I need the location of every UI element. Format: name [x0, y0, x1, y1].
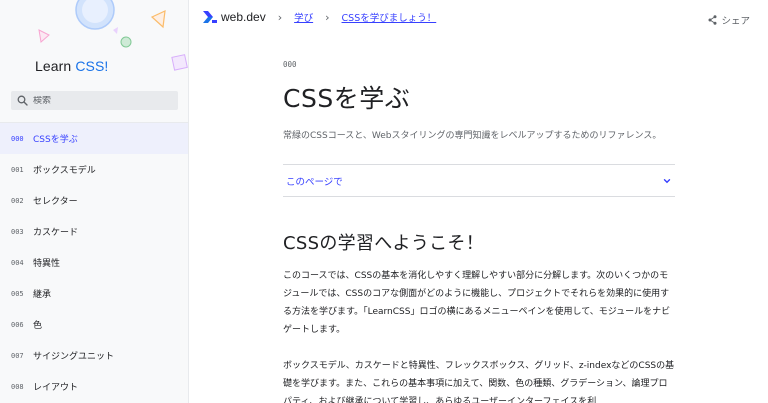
nav-item-label: ボックスモデル	[33, 166, 96, 176]
body-paragraph: ボックスモデル、カスケードと特異性、フレックスボックス、グリッド、z-index…	[283, 361, 675, 403]
nav-item-number: 007	[11, 351, 24, 360]
logo-bang-text: !	[104, 58, 109, 74]
nav-item-label: 特異性	[33, 259, 61, 269]
nav-item-label: CSSを学ぶ	[33, 135, 78, 145]
nav-item-label: 継承	[33, 290, 52, 300]
sidebar-item-sizing-units[interactable]: 007 サイジングユニット	[0, 340, 188, 371]
logo-learn-text: Learn	[35, 58, 72, 74]
sidebar-item-specificity[interactable]: 004 特異性	[0, 247, 188, 278]
breadcrumb-learn-css[interactable]: CSSを学びましょう！	[342, 10, 437, 24]
share-label: シェア	[721, 15, 750, 27]
nav-item-number: 008	[11, 382, 24, 391]
nav-item-number: 004	[11, 258, 24, 267]
logo-css-text: CSS	[75, 58, 105, 74]
search-input[interactable]	[33, 95, 163, 106]
module-number: 000	[283, 60, 297, 69]
sidebar-item-selectors[interactable]: 002 セレクター	[0, 185, 188, 216]
nav-item-label: サイジングユニット	[33, 352, 115, 362]
nav-item-label: カスケード	[33, 228, 79, 238]
nav-item-number: 005	[11, 289, 24, 298]
nav-item-number: 006	[11, 320, 24, 329]
sidebar: Learn CSS! 000 CSSを学ぶ 001 ボックスモデル 002 セレ…	[0, 0, 189, 403]
nav-item-label: 色	[33, 321, 43, 331]
nav-item-number: 003	[11, 227, 24, 236]
sidebar-item-color[interactable]: 006 色	[0, 309, 188, 340]
top-bar: web.dev › 学び › CSSを学びましょう！ シェア	[189, 0, 768, 34]
web-dev-logo-icon	[203, 8, 217, 27]
share-icon	[708, 10, 717, 29]
chevron-right-icon: ›	[325, 10, 330, 24]
nav-item-number: 000	[11, 134, 24, 143]
sidebar-item-inheritance[interactable]: 005 継承	[0, 278, 188, 309]
sidebar-item-layout[interactable]: 008 レイアウト	[0, 371, 188, 402]
body-paragraph: このコースでは、CSSの基本を消化しやすく理解しやすい部分に分解します。次のいく…	[283, 271, 671, 335]
breadcrumb-learn[interactable]: 学び	[294, 10, 313, 24]
nav-item-label: セレクター	[33, 197, 78, 207]
page-title: CSSを学ぶ	[283, 84, 411, 113]
share-button[interactable]: シェア	[708, 10, 750, 29]
toc-label: このページで	[286, 176, 343, 188]
nav-item-number: 001	[11, 165, 24, 174]
web-dev-home-link[interactable]: web.dev	[203, 8, 266, 27]
toc-toggle[interactable]: このページで	[283, 164, 675, 197]
sidebar-item-cascade[interactable]: 003 カスケード	[0, 216, 188, 247]
chevron-right-icon: ›	[277, 10, 283, 24]
search-icon	[17, 95, 28, 106]
nav-item-number: 002	[11, 196, 24, 205]
learn-css-logo[interactable]: Learn CSS!	[35, 58, 108, 74]
chevron-down-icon	[662, 171, 672, 190]
page-subtitle: 常緑のCSSコースと、Webスタイリングの専門知識をレベルアップするためのリファ…	[283, 131, 662, 141]
main-content: 000 CSSを学ぶ 常緑のCSSコースと、Webスタイリングの専門知識をレベル…	[283, 60, 675, 403]
section-heading: CSSの学習へようこそ！	[283, 233, 485, 254]
sidebar-item-box-model[interactable]: 001 ボックスモデル	[0, 154, 188, 185]
course-nav: 000 CSSを学ぶ 001 ボックスモデル 002 セレクター 003 カスケ…	[0, 123, 188, 402]
sidebar-item-learn-css[interactable]: 000 CSSを学ぶ	[0, 123, 188, 154]
nav-item-label: レイアウト	[33, 383, 79, 393]
search-box[interactable]	[11, 91, 178, 110]
brand-name: web.dev	[221, 10, 266, 24]
